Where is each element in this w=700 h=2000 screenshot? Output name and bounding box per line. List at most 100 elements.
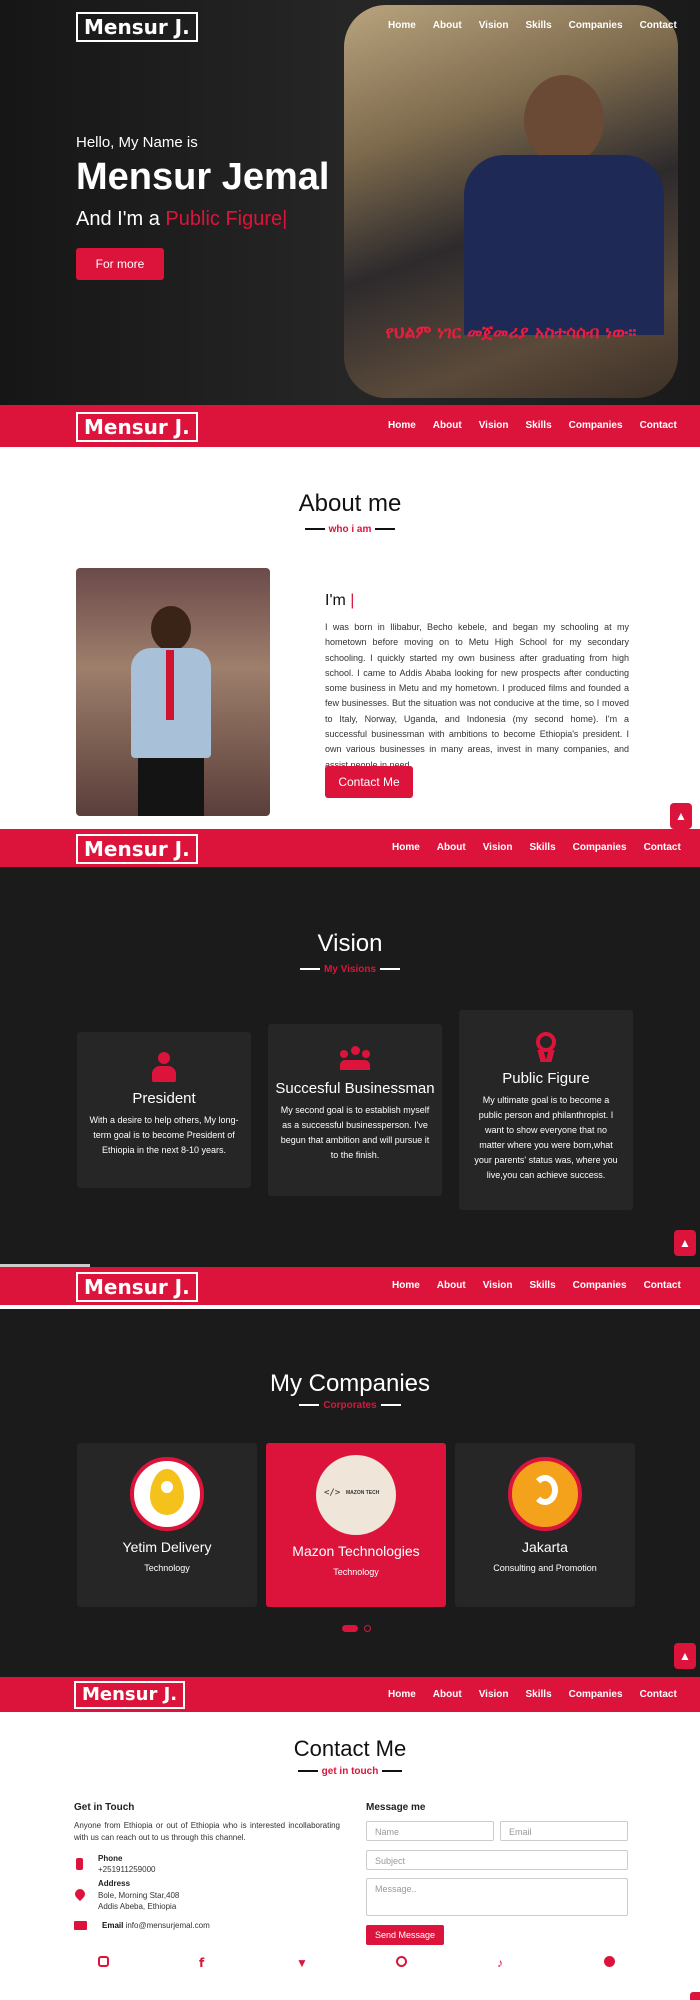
nav-about[interactable]: About xyxy=(433,20,462,31)
logo[interactable]: Mensur J. xyxy=(76,412,198,442)
nav-about[interactable]: About xyxy=(433,1689,462,1700)
nav-contact[interactable]: Contact xyxy=(640,20,677,31)
nav-home[interactable]: Home xyxy=(392,842,420,853)
nav-skills[interactable]: Skills xyxy=(526,1689,552,1700)
telegram-icon[interactable] xyxy=(604,1956,615,1970)
whatsapp-icon[interactable] xyxy=(396,1956,407,1970)
about-title: About me xyxy=(298,490,402,517)
company-category: Technology xyxy=(333,1567,379,1577)
nav-companies[interactable]: Companies xyxy=(573,1280,627,1291)
logo[interactable]: Mensur J. xyxy=(76,1272,198,1302)
nav-vision[interactable]: Vision xyxy=(479,20,509,31)
nav-contact[interactable]: Contact xyxy=(640,420,677,431)
nav-home[interactable]: Home xyxy=(392,1280,420,1291)
phone-value: +251911259000 xyxy=(98,1865,156,1874)
nav-vision[interactable]: Vision xyxy=(483,842,513,853)
about-im: I'm | xyxy=(325,592,355,609)
nav-companies[interactable]: Companies xyxy=(573,842,627,853)
hero-photo: የህልም ነገር መጀመሪያ አስተሳሰብ ነው። xyxy=(344,5,678,398)
nav-home[interactable]: Home xyxy=(388,1689,416,1700)
address-label: Address xyxy=(98,1879,131,1888)
get-in-touch-heading: Get in Touch xyxy=(74,1802,135,1813)
scroll-top-button[interactable] xyxy=(690,1992,700,2000)
mazon-logo: </> MAZON TECH xyxy=(316,1455,396,1535)
scroll-top-button[interactable]: ▲ xyxy=(670,803,692,829)
company-card-jakarta[interactable]: Jakarta Consulting and Promotion xyxy=(455,1443,635,1607)
vision-card-title: Public Figure xyxy=(502,1070,590,1087)
vision-card-title: Succesful Businessman xyxy=(275,1080,435,1097)
address-line-2: Addis Abeba, Ethiopia xyxy=(98,1902,177,1911)
nav-skills[interactable]: Skills xyxy=(526,20,552,31)
nav-about[interactable]: About xyxy=(437,1280,466,1291)
facebook-icon[interactable]: f xyxy=(199,1956,204,1970)
vision-card-text: My second goal is to establish myself as… xyxy=(280,1105,430,1160)
instagram-icon[interactable] xyxy=(98,1956,109,1970)
nav-vision[interactable]: Vision xyxy=(483,1280,513,1291)
president-icon xyxy=(152,1052,176,1082)
company-name: Mazon Technologies xyxy=(292,1543,420,1559)
navbar-links: Home About Vision Skills Companies Conta… xyxy=(392,842,681,853)
twitter-icon[interactable]: ▼ xyxy=(296,1956,308,1970)
email-link[interactable]: info@mensurjemal.com xyxy=(126,1921,210,1930)
contact-title: Contact Me xyxy=(293,1736,407,1761)
company-name: Jakarta xyxy=(522,1539,568,1555)
hero-name: Mensur Jemal xyxy=(76,156,330,198)
logo[interactable]: Mensur J. xyxy=(76,12,198,42)
nav-skills[interactable]: Skills xyxy=(530,842,556,853)
send-message-button[interactable]: Send Message xyxy=(366,1925,444,1945)
nav-about[interactable]: About xyxy=(433,420,462,431)
nav-contact[interactable]: Contact xyxy=(644,1280,681,1291)
message-textarea[interactable]: Message.. xyxy=(366,1878,628,1916)
nav-companies[interactable]: Companies xyxy=(569,420,623,431)
message-me-heading: Message me xyxy=(366,1802,426,1813)
company-card-yetim[interactable]: Yetim Delivery Technology xyxy=(77,1443,257,1607)
contact-subtitle: get in touch xyxy=(0,1766,700,1777)
scroll-top-button[interactable]: ▲ xyxy=(674,1643,696,1669)
company-category: Consulting and Promotion xyxy=(493,1563,597,1573)
vision-subtitle: My Visions xyxy=(0,964,700,975)
nav-home[interactable]: Home xyxy=(388,20,416,31)
nav-vision[interactable]: Vision xyxy=(479,420,509,431)
nav-companies[interactable]: Companies xyxy=(569,20,623,31)
nav-skills[interactable]: Skills xyxy=(526,420,552,431)
carousel-dot-active[interactable] xyxy=(342,1625,358,1632)
companies-title: My Companies xyxy=(269,1370,431,1397)
nav-about[interactable]: About xyxy=(437,842,466,853)
subject-input[interactable]: Subject xyxy=(366,1850,628,1870)
name-input[interactable]: Name xyxy=(366,1821,494,1841)
location-icon xyxy=(72,1886,88,1902)
jakarta-logo xyxy=(508,1457,582,1531)
about-subtitle: who i am xyxy=(0,524,700,535)
scroll-top-button[interactable]: ▲ xyxy=(674,1230,696,1256)
mazon-logo-text: MAZON TECH xyxy=(346,1490,380,1496)
top-nav: Home About Vision Skills Companies Conta… xyxy=(388,20,677,31)
contact-intro: Anyone from Ethiopia or out of Ethiopia … xyxy=(74,1821,340,1842)
people-icon xyxy=(340,1046,370,1072)
nav-home[interactable]: Home xyxy=(388,420,416,431)
company-card-mazon[interactable]: </> MAZON TECH Mazon Technologies Techno… xyxy=(266,1443,446,1607)
company-name: Yetim Delivery xyxy=(122,1539,212,1555)
email-input[interactable]: Email xyxy=(500,1821,628,1841)
vision-card-text: With a desire to help others, My long-te… xyxy=(89,1115,239,1155)
vision-title: Vision xyxy=(317,930,383,957)
hero-tagline: And I'm a Public Figure| xyxy=(76,208,287,231)
nav-companies[interactable]: Companies xyxy=(569,1689,623,1700)
logo[interactable]: Mensur J. xyxy=(76,834,198,864)
hero-role: Public Figure| xyxy=(165,208,288,230)
company-category: Technology xyxy=(144,1563,190,1573)
phone-icon xyxy=(76,1858,83,1870)
email-row: Email info@mensurjemal.com xyxy=(102,1921,210,1930)
contact-me-button[interactable]: Contact Me xyxy=(325,766,413,798)
vision-card-title: President xyxy=(132,1090,196,1107)
logo[interactable]: Mensur J. xyxy=(74,1681,186,1709)
navbar-links: Home About Vision Skills Companies Conta… xyxy=(388,420,677,431)
carousel-dot[interactable] xyxy=(364,1625,371,1632)
for-more-button[interactable]: For more xyxy=(76,248,164,280)
nav-vision[interactable]: Vision xyxy=(479,1689,509,1700)
address-line-1: Bole, Morning Star,408 xyxy=(98,1891,180,1900)
companies-subtitle: Corporates xyxy=(0,1400,700,1411)
nav-contact[interactable]: Contact xyxy=(640,1689,677,1700)
nav-skills[interactable]: Skills xyxy=(530,1280,556,1291)
tiktok-icon[interactable]: ♪ xyxy=(497,1956,503,1970)
nav-contact[interactable]: Contact xyxy=(644,842,681,853)
